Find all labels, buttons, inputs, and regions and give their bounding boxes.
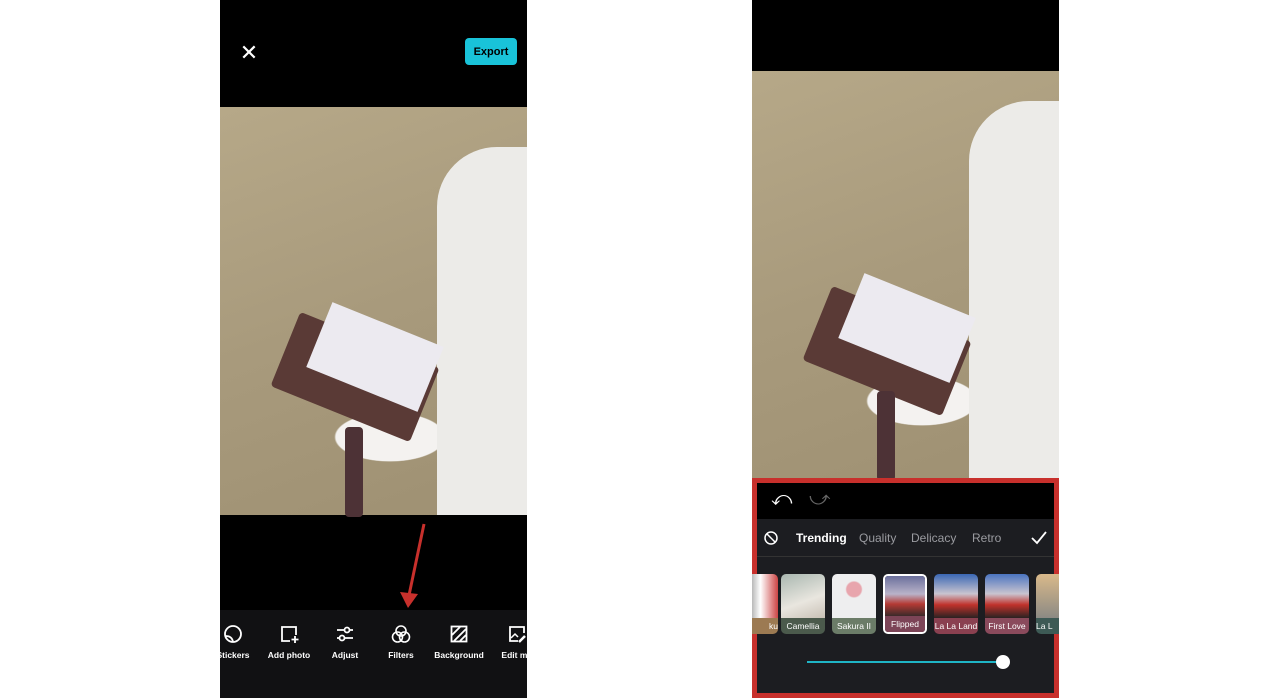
tab-delicacy[interactable]: Delicacy (911, 531, 956, 545)
tab-retro[interactable]: Retro (972, 531, 1001, 545)
bottom-toolbar: Stickers Add photo Adjust Filters Backgr… (220, 610, 527, 698)
confirm-check-icon[interactable] (1031, 531, 1047, 545)
tool-background[interactable]: Background (429, 624, 489, 660)
tool-adjust[interactable]: Adjust (315, 624, 375, 660)
no-filter-icon[interactable] (764, 531, 778, 545)
add-photo-icon (281, 626, 299, 643)
tab-quality[interactable]: Quality (859, 531, 896, 545)
tab-trending[interactable]: Trending (796, 531, 847, 545)
filter-thumb[interactable]: Sakura II (832, 574, 876, 634)
filter-thumb[interactable]: ku (752, 574, 778, 634)
right-filter-screen: ⤺ ⤻ Trending Quality Delicacy Retro ku C… (752, 0, 1059, 698)
filter-thumb[interactable]: Camellia (781, 574, 825, 634)
left-editor-screen: ✕ Export Stickers Add photo Adjust Filte… (220, 0, 527, 698)
undo-icon[interactable]: ⤺ (771, 488, 792, 511)
background-icon (450, 625, 468, 643)
filter-category-tabs: Trending Quality Delicacy Retro (757, 519, 1054, 557)
tool-add-photo[interactable]: Add photo (259, 624, 319, 660)
edit-image-icon (509, 626, 526, 643)
filter-thumb[interactable]: La L (1036, 574, 1059, 634)
filter-thumb[interactable]: First Love (985, 574, 1029, 634)
sticker-icon (224, 625, 242, 643)
tool-stickers[interactable]: Stickers (220, 624, 263, 660)
annotation-arrow (400, 523, 426, 608)
export-button[interactable]: Export (465, 38, 517, 65)
photo-canvas[interactable] (752, 71, 1059, 481)
filters-icon (391, 625, 411, 643)
photo-canvas[interactable] (220, 107, 527, 517)
intensity-slider-track[interactable] (807, 661, 1003, 663)
filter-thumb-selected[interactable]: Flipped (883, 574, 927, 634)
filter-thumb[interactable]: La La Land (934, 574, 978, 634)
intensity-slider-handle[interactable] (996, 655, 1010, 669)
tool-filters[interactable]: Filters (371, 624, 431, 660)
filter-panel-highlight: ⤺ ⤻ Trending Quality Delicacy Retro ku C… (752, 478, 1059, 698)
tool-edit-more[interactable]: Edit mo (487, 624, 527, 660)
sliders-icon (337, 626, 353, 642)
close-icon[interactable]: ✕ (238, 42, 260, 64)
redo-icon[interactable]: ⤻ (809, 488, 830, 511)
